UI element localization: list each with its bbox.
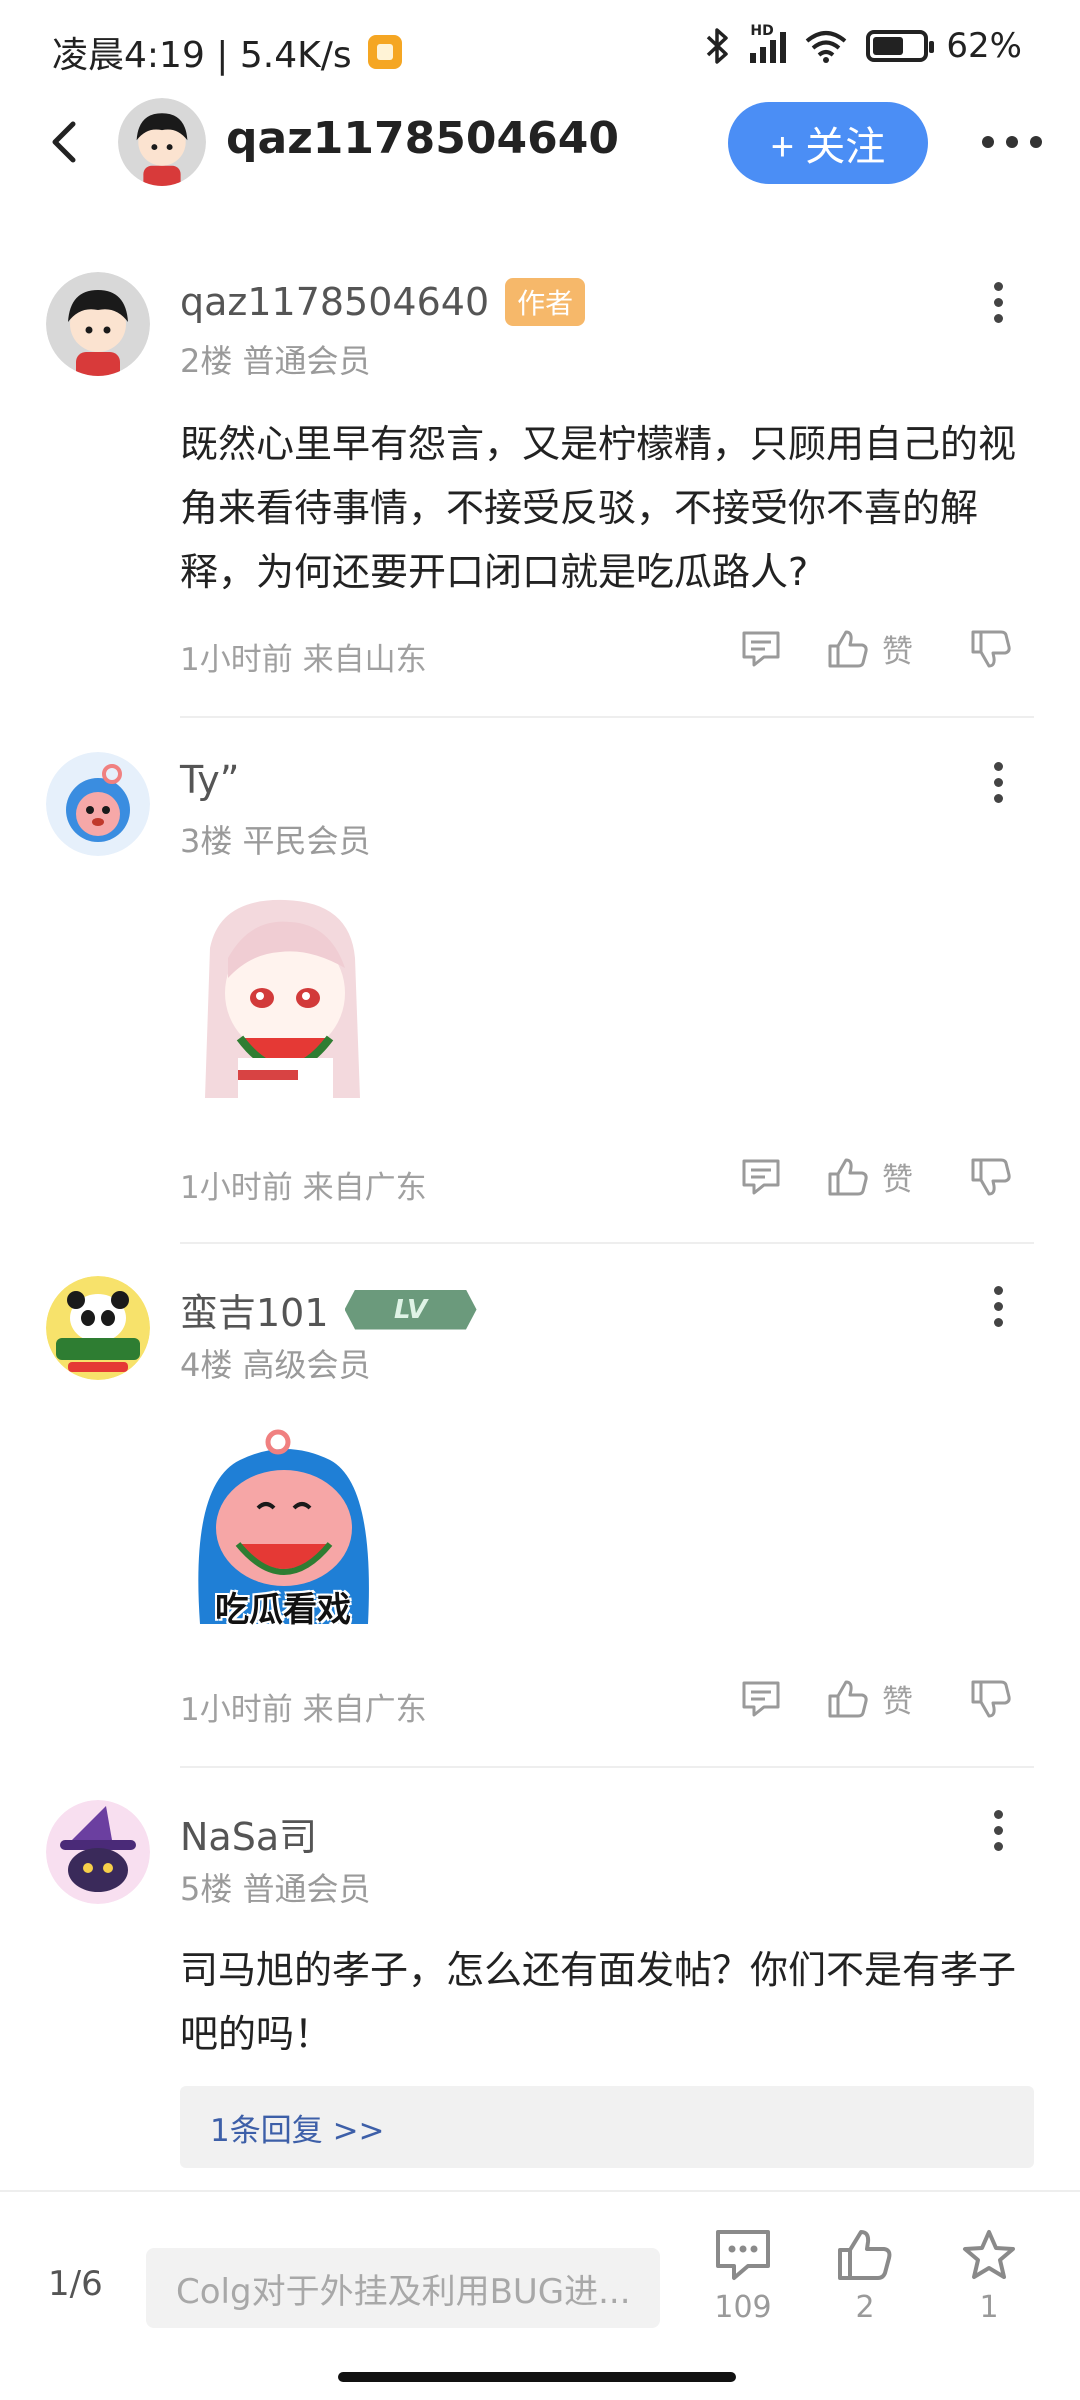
battery-icon	[866, 30, 935, 62]
bluetooth-icon	[707, 28, 729, 64]
post-menu-icon[interactable]	[992, 282, 1004, 323]
star-icon	[963, 2230, 1015, 2279]
sticker-image[interactable]	[180, 888, 390, 1108]
author-badge: 作者	[505, 278, 586, 326]
thumbs-up-icon	[838, 2230, 892, 2280]
avatar[interactable]	[46, 752, 150, 856]
post-meta: 1小时前 来自广东	[180, 1692, 427, 1728]
post-content: 司马旭的孝子，怎么还有面发帖？你们不是有孝子吧的吗！	[180, 1948, 1017, 2056]
reply-icon[interactable]	[740, 629, 782, 669]
post-floor: 5楼 普通会员	[180, 1870, 371, 1908]
post-floor: 3楼 平民会员	[180, 822, 371, 860]
avatar[interactable]	[46, 1800, 150, 1904]
back-icon[interactable]	[36, 114, 92, 170]
post-username[interactable]: 蛮吉101	[180, 1282, 329, 1337]
post-content: 既然心里早有怨言，又是柠檬精，只顾用自己的视角来看待事情，不接受反驳，不接受你不…	[180, 422, 1017, 594]
comment-icon	[716, 2230, 770, 2280]
bottom-bar: 1/6 Colg对于外挂及利用BUG进... 109 2 1	[0, 2190, 1080, 2400]
reply-icon[interactable]	[740, 1157, 782, 1197]
comments-button[interactable]: 109	[698, 2228, 788, 2325]
post-menu-icon[interactable]	[992, 1810, 1004, 1851]
divider	[180, 1242, 1034, 1244]
post-floor: 2楼 普通会员	[180, 342, 371, 380]
thumbs-up-icon	[828, 1680, 868, 1717]
header-avatar[interactable]	[118, 98, 206, 186]
favorite-button[interactable]: 1	[944, 2228, 1034, 2325]
like-button[interactable]: 赞	[826, 1154, 913, 1199]
reply-input[interactable]: Colg对于外挂及利用BUG进...	[146, 2248, 660, 2328]
signal-icon: HD	[750, 23, 787, 63]
sticker-caption: 吃瓜看戏	[215, 1590, 351, 1630]
status-time: 凌晨4:19 | 5.4K/s	[52, 35, 352, 76]
post-meta: 1小时前 来自山东	[180, 642, 427, 678]
thumbs-down-icon[interactable]	[969, 628, 1013, 670]
notification-app-icon	[367, 35, 402, 69]
divider	[180, 716, 1034, 718]
like-post-button[interactable]: 2	[820, 2228, 910, 2325]
hd-label: HD	[750, 23, 774, 39]
like-button[interactable]: 赞	[826, 626, 913, 671]
like-label: 赞	[882, 1684, 913, 1720]
divider	[180, 1766, 1034, 1768]
more-options-icon[interactable]	[982, 122, 1042, 162]
post-floor: 4楼 高级会员	[180, 1346, 371, 1384]
like-label: 赞	[882, 1162, 913, 1198]
level-badge: LV	[344, 1289, 477, 1330]
page-indicator[interactable]: 1/6	[48, 2264, 103, 2304]
post-menu-icon[interactable]	[992, 762, 1004, 803]
like-button[interactable]: 赞	[826, 1676, 913, 1721]
thumbs-down-icon[interactable]	[969, 1678, 1013, 1720]
thumbs-up-icon	[828, 630, 868, 667]
post-meta: 1小时前 来自广东	[180, 1170, 427, 1206]
thumbs-down-icon[interactable]	[969, 1156, 1013, 1198]
reply-icon[interactable]	[740, 1679, 782, 1719]
like-label: 赞	[882, 634, 913, 670]
view-replies-link[interactable]: 1条回复 >>	[180, 2086, 1034, 2168]
header-username[interactable]: qaz1178504640	[226, 113, 619, 164]
home-indicator[interactable]	[338, 2372, 736, 2382]
avatar[interactable]	[46, 1276, 150, 1380]
post-username[interactable]: Ty”	[180, 758, 239, 802]
follow-button[interactable]: + 关注	[728, 102, 928, 184]
comments-count: 109	[714, 2290, 772, 2325]
sticker-image[interactable]: 吃瓜看戏	[180, 1424, 390, 1634]
post-username[interactable]: qaz1178504640	[180, 280, 489, 324]
post-username[interactable]: NaSa司	[180, 1806, 317, 1861]
wifi-icon	[806, 31, 847, 63]
battery-percent: 62%	[946, 26, 1022, 66]
post-menu-icon[interactable]	[992, 1286, 1004, 1327]
avatar[interactable]	[46, 272, 150, 376]
favorites-count: 1	[979, 2290, 999, 2325]
thumbs-up-icon	[828, 1158, 868, 1195]
status-bar: 凌晨4:19 | 5.4K/s HD 62%	[0, 0, 1080, 100]
likes-count: 2	[855, 2290, 875, 2325]
